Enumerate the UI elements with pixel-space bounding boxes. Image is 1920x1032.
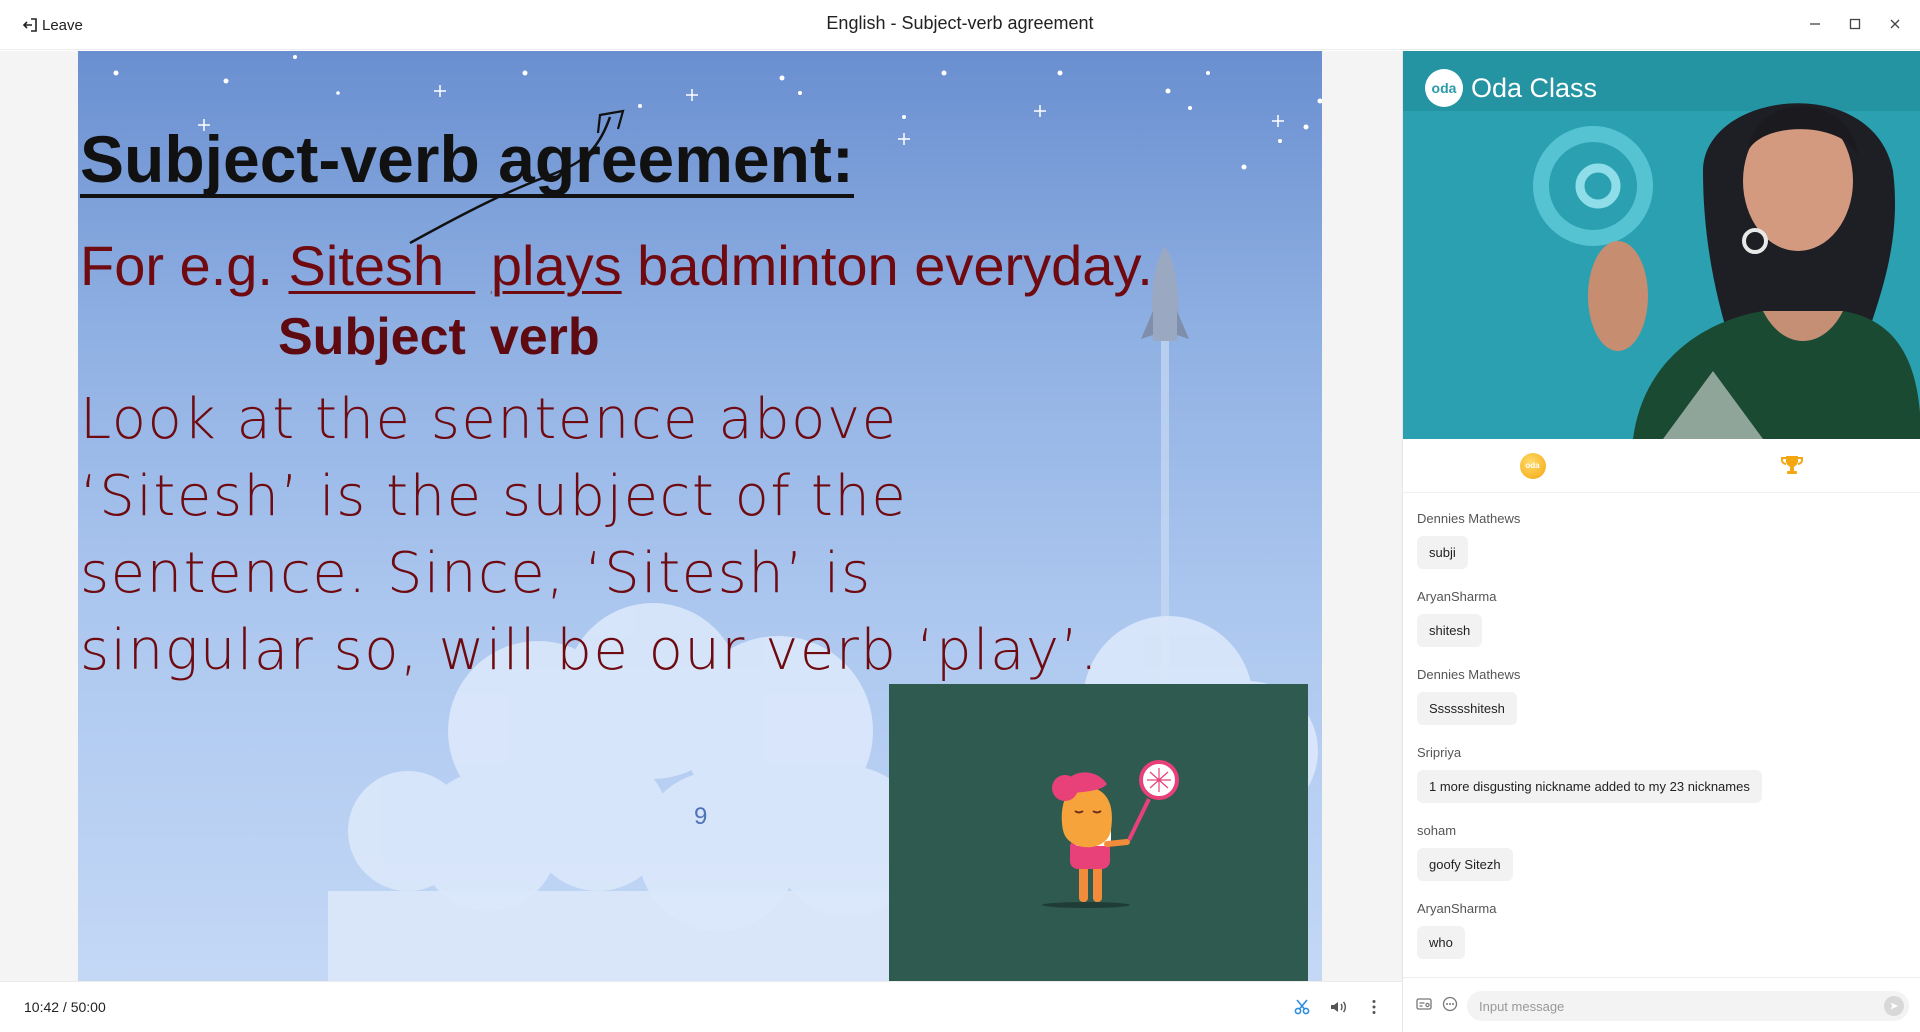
close-icon [1890, 19, 1900, 29]
scissors-icon [1294, 999, 1310, 1015]
animation-panel [889, 684, 1308, 988]
time-separator: / [59, 999, 71, 1015]
chat-messages: Dennies Mathews subji AryanSharma shites… [1403, 493, 1920, 977]
chat-bubble-icon [1442, 996, 1458, 1012]
brand: oda Oda Class [1425, 69, 1597, 107]
sender-name: AryanSharma [1417, 589, 1497, 604]
tab-coins[interactable]: oda [1403, 439, 1662, 492]
right-panel: oda Oda Class oda Dennies Mathews subji … [1402, 51, 1920, 1032]
chat-message: Sripriya 1 more disgusting nickname adde… [1417, 745, 1920, 803]
class-timer: 10:42 / 50:00 [24, 999, 106, 1015]
tab-leaderboard[interactable] [1662, 439, 1920, 492]
message-bubble: Sssssshitesh [1417, 692, 1517, 725]
explanation-text: Look at the sentence above ‘Sitesh’ is t… [80, 387, 1100, 683]
message-bubble: shitesh [1417, 614, 1483, 647]
sender-name: AryanSharma [1417, 901, 1497, 916]
coin-icon: oda [1519, 452, 1546, 479]
sender-name: Dennies Mathews [1417, 511, 1521, 526]
more-vertical-icon [1372, 1000, 1376, 1014]
chat-input-bar [1403, 977, 1920, 1032]
grammar-labels: Subject verb [278, 307, 600, 367]
send-icon [1890, 1002, 1899, 1010]
message-input[interactable] [1467, 991, 1909, 1021]
example-subject: Sitesh [288, 234, 476, 297]
card-button[interactable] [1415, 995, 1433, 1013]
brand-name: Oda Class [1471, 72, 1598, 103]
message-bubble: goofy Sitezh [1417, 848, 1513, 881]
scissors-button[interactable] [1290, 994, 1314, 1020]
message-bubble: subji [1417, 536, 1468, 569]
close-button[interactable] [1882, 10, 1908, 38]
send-button[interactable] [1884, 996, 1904, 1016]
card-icon [1416, 998, 1432, 1010]
teacher-video-frame [1403, 51, 1920, 439]
subject-label: Subject [278, 308, 466, 366]
brand-logo: oda [1425, 69, 1463, 107]
example-prefix: For e.g. [80, 234, 289, 297]
time-total: 50:00 [70, 999, 106, 1015]
message-bubble: who [1417, 926, 1465, 959]
title-bar: Leave English - Subject-verb agreement [0, 0, 1920, 50]
leave-button[interactable]: Leave [22, 14, 83, 36]
trophy-icon [1780, 455, 1803, 474]
maximize-button[interactable] [1842, 10, 1868, 38]
minimize-button[interactable] [1802, 10, 1828, 38]
emoji-button[interactable] [1441, 995, 1459, 1013]
volume-button[interactable] [1326, 994, 1350, 1020]
chat-message: Dennies Mathews Sssssshitesh [1417, 667, 1920, 725]
example-sentence: For e.g. Sitesh plays badminton everyday… [80, 233, 1153, 298]
time-elapsed: 10:42 [24, 999, 60, 1015]
chat-message: AryanSharma who [1417, 901, 1920, 959]
badminton-girl-illustration [1042, 760, 1179, 908]
slide-page-number: 9 [694, 803, 708, 830]
verb-label: verb [489, 308, 600, 366]
sender-name: Dennies Mathews [1417, 667, 1521, 682]
panel-tabs: oda [1403, 439, 1920, 493]
sender-name: Sripriya [1417, 745, 1462, 760]
speaker-icon [1331, 1001, 1346, 1013]
example-suffix: badminton everyday. [621, 234, 1153, 297]
example-verb: plays [490, 234, 622, 297]
player-bottom-bar: 10:42 / 50:00 [0, 981, 1402, 1032]
chat-message: soham goofy Sitezh [1417, 823, 1920, 881]
more-options-button[interactable] [1362, 994, 1386, 1020]
window-title: English - Subject-verb agreement [826, 13, 1094, 33]
maximize-icon [1849, 18, 1861, 30]
chat-message: AryanSharma shitesh [1417, 589, 1920, 647]
teacher-video: oda Oda Class [1403, 51, 1920, 439]
message-bubble: 1 more disgusting nickname added to my 2… [1417, 770, 1762, 803]
minimize-icon [1810, 23, 1820, 25]
stage-area: Subject-verb agreement: For e.g. Sitesh … [0, 51, 1402, 988]
slide-heading: Subject-verb agreement: [80, 122, 854, 198]
leave-label: Leave [42, 16, 83, 34]
sender-name: soham [1417, 823, 1457, 838]
exit-icon [22, 18, 37, 32]
chat-message: Dennies Mathews subji [1417, 511, 1920, 569]
